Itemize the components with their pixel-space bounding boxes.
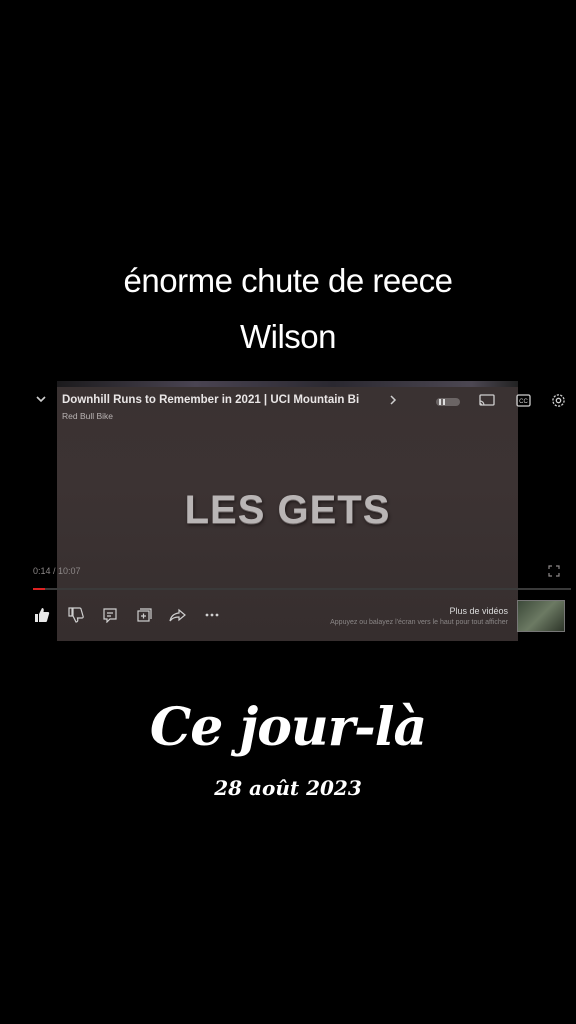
chevron-right-icon[interactable] — [388, 393, 398, 411]
progress-bar[interactable] — [33, 588, 571, 590]
video-player[interactable]: Downhill Runs to Remember in 2021 | UCI … — [57, 381, 518, 641]
big-title: Ce jour-là — [149, 697, 427, 758]
more-videos-title: Plus de vidéos — [449, 606, 508, 616]
progress-fill — [33, 588, 46, 590]
action-row — [33, 606, 221, 624]
date-label: 28 août 2023 — [214, 776, 362, 800]
chevron-down-icon[interactable] — [35, 392, 47, 407]
more-videos-hint: Appuyez ou balayez l'écran vers le haut … — [330, 619, 508, 626]
video-title[interactable]: Downhill Runs to Remember in 2021 | UCI … — [62, 394, 382, 406]
fullscreen-icon[interactable] — [548, 565, 560, 580]
channel-name[interactable]: Red Bull Bike — [62, 411, 113, 421]
like-icon[interactable] — [33, 606, 51, 624]
time-display: 0:14 / 10:07 — [33, 566, 81, 576]
dislike-icon[interactable] — [67, 606, 85, 624]
captions-icon[interactable]: CC — [516, 394, 531, 410]
more-videos-thumbnail[interactable] — [517, 600, 565, 632]
gear-icon[interactable] — [551, 393, 566, 411]
comment-icon[interactable] — [101, 606, 119, 624]
more-icon[interactable] — [203, 606, 221, 624]
cast-icon[interactable] — [479, 394, 495, 410]
share-icon[interactable] — [169, 606, 187, 624]
save-icon[interactable] — [135, 606, 153, 624]
video-frame-text: LES GETS — [184, 488, 391, 532]
video-top-strip — [57, 381, 518, 387]
caption-line-2: Wilson — [239, 318, 337, 355]
pause-toggle-icon[interactable] — [435, 395, 461, 413]
caption-line-1: énorme chute de reece — [123, 262, 453, 299]
more-videos[interactable]: Plus de vidéos Appuyez ou balayez l'écra… — [320, 606, 508, 626]
svg-text:CC: CC — [519, 399, 528, 405]
